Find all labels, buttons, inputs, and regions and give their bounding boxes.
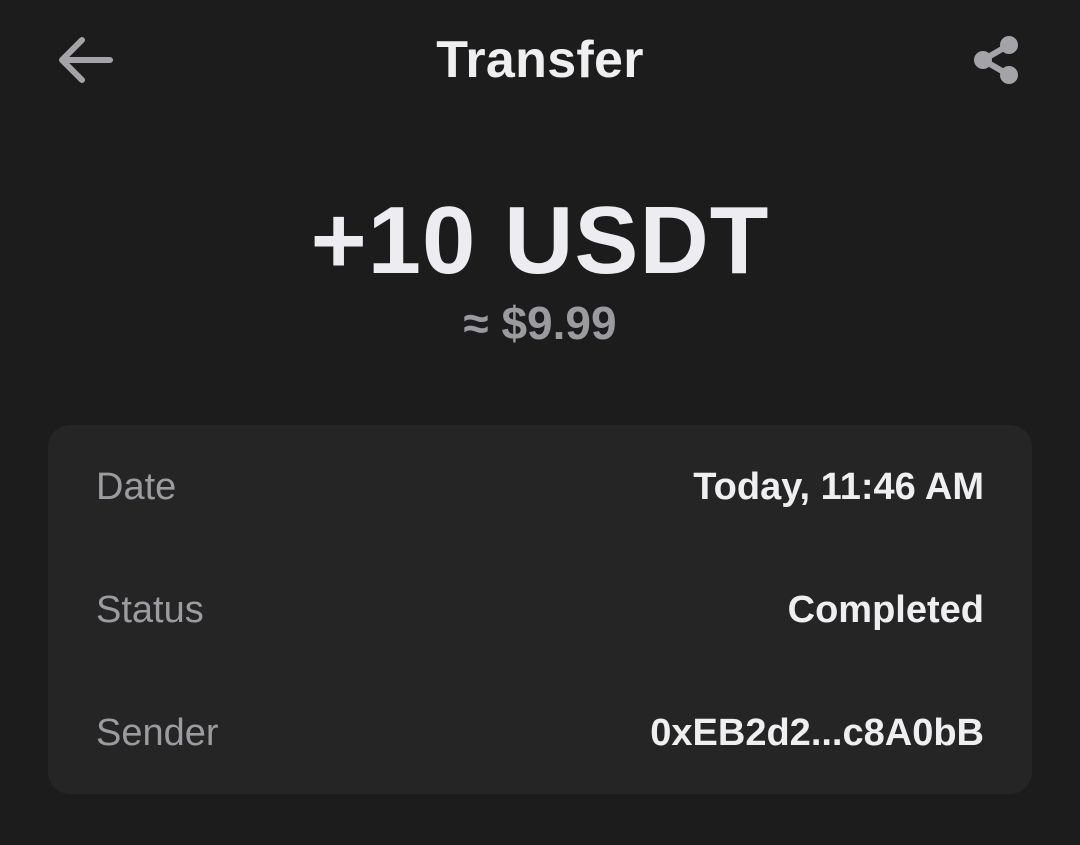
- fiat-equivalent: ≈ $9.99: [463, 297, 617, 349]
- share-icon: [974, 36, 1018, 84]
- details-card: Date Today, 11:46 AM Status Completed Se…: [48, 425, 1032, 794]
- page-title: Transfer: [436, 31, 644, 89]
- date-label: Date: [96, 465, 177, 508]
- status-value: Completed: [787, 588, 984, 631]
- detail-row-date: Date Today, 11:46 AM: [96, 457, 984, 517]
- detail-row-status: Status Completed: [96, 580, 984, 640]
- detail-row-sender[interactable]: Sender 0xEB2d2...c8A0bB: [96, 703, 984, 763]
- sender-label: Sender: [96, 711, 219, 754]
- status-label: Status: [96, 588, 204, 631]
- sender-address[interactable]: 0xEB2d2...c8A0bB: [650, 712, 984, 755]
- header: Transfer: [0, 0, 1080, 120]
- transfer-amount: +10 USDT: [310, 187, 770, 294]
- date-value: Today, 11:46 AM: [693, 465, 984, 508]
- share-button[interactable]: [960, 28, 1032, 92]
